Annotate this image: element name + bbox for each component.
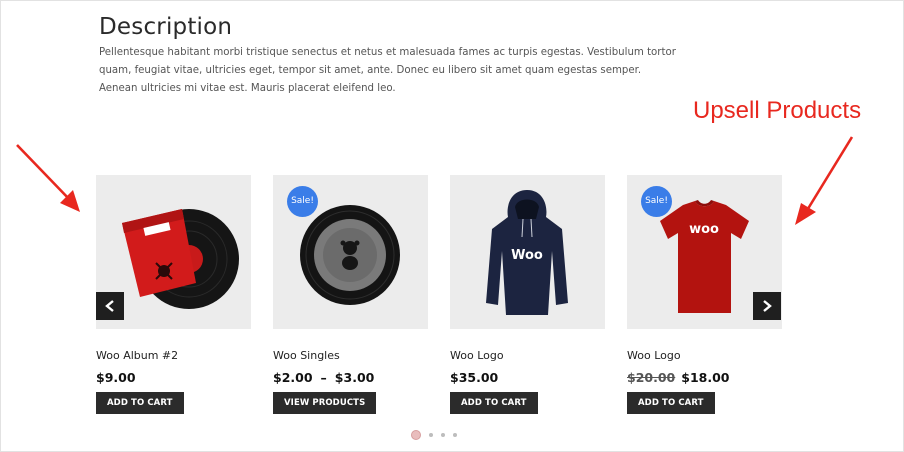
price-from: $2.00: [273, 370, 313, 385]
hoodie-image[interactable]: Woo: [450, 175, 605, 329]
add-to-cart-button[interactable]: ADD TO CART: [96, 392, 184, 414]
product-name[interactable]: Woo Logo: [450, 349, 504, 362]
carousel-next-button[interactable]: [753, 292, 781, 320]
carousel-dot[interactable]: [453, 433, 457, 437]
carousel-dot[interactable]: [429, 433, 433, 437]
chevron-right-icon: [763, 300, 772, 312]
hoodie-icon: Woo: [486, 190, 568, 315]
product-name[interactable]: Woo Album #2: [96, 349, 178, 362]
hoodie-logo-text: Woo: [511, 248, 543, 263]
price-separator: –: [320, 370, 327, 385]
chevron-left-icon: [105, 300, 114, 312]
description-text: Pellentesque habitant morbi tristique se…: [99, 47, 676, 94]
product-price-range: $2.00– $3.00: [273, 370, 374, 385]
product-card[interactable]: Woo Woo Logo $35.00 ADD TO CART: [450, 175, 605, 414]
carousel-prev-button[interactable]: [96, 292, 124, 320]
carousel-dot[interactable]: [441, 433, 445, 437]
product-card[interactable]: Sale! Woo Singles $2.00– $3.00 VIEW PRODU…: [273, 175, 428, 414]
add-to-cart-button[interactable]: ADD TO CART: [450, 392, 538, 414]
vinyl-single-image[interactable]: Sale!: [273, 175, 428, 329]
product-price: $9.00: [96, 370, 136, 385]
sale-badge: Sale!: [287, 186, 318, 217]
sale-badge: Sale!: [641, 186, 672, 217]
product-name[interactable]: Woo Logo: [627, 349, 681, 362]
price-current: $18.00: [681, 370, 730, 385]
product-name[interactable]: Woo Singles: [273, 349, 340, 362]
price-to: $3.00: [334, 370, 375, 385]
price-original: $20.00: [627, 370, 676, 385]
product-price-sale: $20.00 $18.00: [627, 370, 730, 385]
view-products-button[interactable]: VIEW PRODUCTS: [273, 392, 377, 414]
description-heading: Description: [99, 14, 233, 40]
upsell-annotation-label: Upsell Products: [693, 97, 862, 124]
product-price: $35.00: [450, 370, 499, 385]
add-to-cart-button[interactable]: ADD TO CART: [627, 392, 715, 414]
carousel-dot-active[interactable]: [411, 430, 421, 440]
shirt-logo-text: woo: [689, 222, 719, 237]
